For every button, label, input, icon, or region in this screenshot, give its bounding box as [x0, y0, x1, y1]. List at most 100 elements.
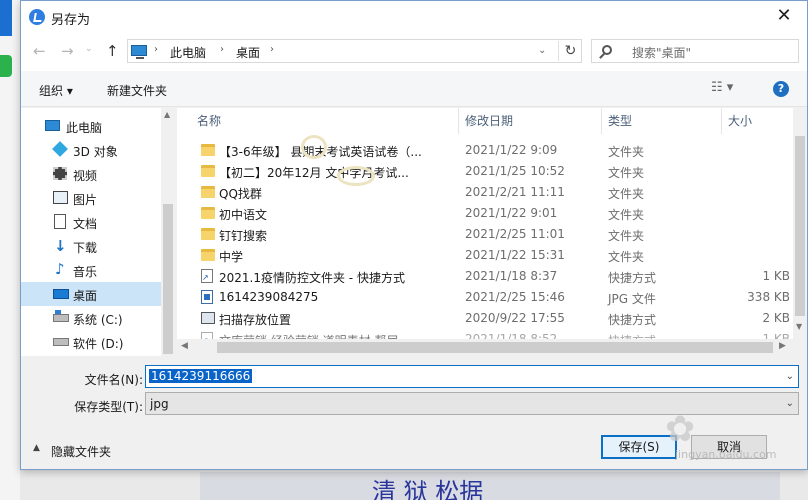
close-button[interactable]: ✕ [761, 1, 807, 33]
sidebar-item-drive-c[interactable]: 系统 (C:) [21, 306, 161, 330]
recent-locations-button[interactable]: ⌄ [85, 44, 93, 54]
filename-value[interactable]: 1614239116666 [149, 369, 253, 383]
app-logo-icon [29, 9, 45, 25]
chevron-up-icon: ▲ [33, 443, 40, 453]
sidebar-item-drive-d[interactable]: 软件 (D:) [21, 330, 161, 354]
filename-field[interactable]: 1614239116666 ⌄ [145, 365, 799, 388]
file-date: 2021/1/22 15:31 [465, 248, 565, 262]
file-type: JPG 文件 [608, 292, 656, 306]
file-list-horizontal-scrollbar[interactable]: ◀ ▶ [177, 339, 807, 356]
breadcrumb-separator[interactable]: › [154, 44, 158, 55]
search-input[interactable]: 搜索"桌面" [591, 39, 799, 63]
sidebar-item-3d-objects[interactable]: 3D 对象 [21, 138, 161, 162]
file-row[interactable]: QQ找群 2021/2/21 11:11 文件夹 [191, 182, 791, 203]
vertical-scrollbar-thumb[interactable] [795, 136, 805, 316]
sidebar-item-videos[interactable]: 视频 [21, 162, 161, 186]
sidebar-scrollbar-thumb[interactable] [163, 204, 173, 354]
file-row[interactable]: 【3-6年级】 县期末考试英语试卷（... 2021/1/22 9:09 文件夹 [191, 140, 791, 161]
forward-button[interactable]: → [61, 42, 74, 60]
redaction-mark [337, 166, 375, 186]
documents-icon [54, 214, 66, 229]
filename-label: 文件名(N): [84, 373, 143, 387]
sidebar-item-music[interactable]: ♪ 音乐 [21, 258, 161, 282]
file-date: 2021/1/22 9:09 [465, 143, 558, 157]
file-type: 文件夹 [608, 145, 645, 159]
breadcrumb-this-pc[interactable]: 此电脑 [170, 44, 206, 61]
file-row[interactable]: 初中语文 2021/1/22 9:01 文件夹 [191, 203, 791, 224]
sidebar-item-desktop[interactable]: 桌面 [21, 282, 161, 306]
file-type: 文件夹 [608, 208, 645, 222]
window-title: 另存为 [51, 13, 91, 28]
file-name: 扫描存放位置 [219, 313, 292, 327]
sidebar-scrollbar[interactable]: ▲ [161, 108, 175, 356]
address-bar[interactable]: › 此电脑 › 桌面 › ⌄ ↻ [127, 39, 582, 63]
back-button[interactable]: ← [33, 42, 46, 60]
file-date: 2021/1/25 10:52 [465, 164, 565, 178]
column-header-size[interactable]: 大小 [722, 108, 792, 134]
sidebar-item-this-pc[interactable]: 此电脑 [21, 114, 161, 138]
search-placeholder: 搜索"桌面" [632, 46, 692, 60]
chevron-down-icon[interactable]: ⌄ [786, 371, 794, 382]
scroll-down-arrow-icon[interactable]: ▼ [796, 322, 802, 331]
folder-icon [201, 165, 215, 177]
up-button[interactable]: ↑ [106, 42, 119, 60]
sidebar-item-label: 音乐 [73, 265, 98, 279]
file-name: 1614239084275 [219, 290, 319, 304]
sidebar-item-label: 此电脑 [66, 121, 103, 135]
folder-icon [201, 144, 215, 156]
breadcrumb-separator[interactable]: › [270, 44, 274, 55]
sidebar-item-label: 3D 对象 [73, 145, 118, 159]
navigation-bar: ← → ⌄ ↑ › 此电脑 › 桌面 › ⌄ ↻ 搜索"桌面" [21, 33, 807, 71]
refresh-button[interactable]: ↻ [558, 41, 582, 61]
file-row[interactable]: 中学 2021/1/22 15:31 文件夹 [191, 245, 791, 266]
help-button[interactable]: ? [773, 81, 789, 97]
file-list: ^ 名称 修改日期 类型 大小 【3-6年级】 县期末考试英语试卷（... 20… [177, 108, 807, 356]
hide-folders-label: 隐藏文件夹 [51, 445, 112, 459]
file-name: 【3-6年级】 县期末考试英语试卷（... [219, 145, 422, 159]
breadcrumb-desktop[interactable]: 桌面 [236, 44, 260, 61]
view-options-button[interactable]: ☷ ▾ [711, 80, 733, 95]
column-headers: ^ 名称 修改日期 类型 大小 [177, 108, 807, 134]
watermark-text: jingyan.baidu.com [675, 448, 777, 461]
search-icon [602, 45, 612, 55]
breadcrumb-separator[interactable]: › [220, 44, 224, 55]
file-size: 2 KB [762, 311, 790, 325]
scroll-up-arrow-icon[interactable]: ▲ [164, 110, 170, 119]
pictures-icon [53, 191, 68, 204]
column-header-name[interactable]: 名称 [191, 108, 459, 134]
sidebar-item-label: 桌面 [73, 289, 98, 303]
file-date: 2021/1/22 9:01 [465, 206, 558, 220]
file-name: 中学 [219, 250, 244, 264]
image-file-icon [201, 290, 213, 304]
sidebar-item-label: 系统 (C:) [73, 313, 123, 327]
organize-button[interactable]: 组织 ▾ [39, 82, 73, 99]
folder-icon [201, 207, 215, 219]
file-row[interactable]: 1614239084275 2021/2/25 15:46 JPG 文件 338… [191, 287, 791, 308]
file-date: 2021/2/25 11:01 [465, 227, 565, 241]
background-app-tab [0, 0, 12, 36]
title-bar: 另存为 ✕ [21, 1, 807, 33]
sidebar-item-downloads[interactable]: ↓ 下载 [21, 234, 161, 258]
horizontal-scrollbar-thumb[interactable] [217, 342, 773, 353]
file-row[interactable]: 扫描存放位置 2020/9/22 17:55 快捷方式 2 KB [191, 308, 791, 329]
sidebar-item-documents[interactable]: 文档 [21, 210, 161, 234]
file-name: 初中语文 [219, 208, 268, 222]
column-header-type[interactable]: 类型 [602, 108, 722, 134]
new-folder-button[interactable]: 新建文件夹 [107, 82, 167, 99]
scroll-right-arrow-icon[interactable]: ▶ [779, 341, 786, 351]
file-type: 快捷方式 [608, 313, 657, 327]
scroll-left-arrow-icon[interactable]: ◀ [181, 341, 188, 351]
file-row[interactable]: 2021.1疫情防控文件夹 - 快捷方式 2021/1/18 8:37 快捷方式… [191, 266, 791, 287]
computer-icon [45, 120, 60, 131]
navigation-pane: 此电脑 3D 对象 视频 图片 文档 ↓ 下载 ♪ 音乐 桌面 系统 (C:) … [21, 108, 175, 356]
file-row[interactable]: 【初二】20年12月 文中学月考试... 2021/1/25 10:52 文件夹 [191, 161, 791, 182]
address-dropdown-button[interactable]: ⌄ [538, 45, 546, 56]
file-row[interactable]: 钉钉搜索 2021/2/25 11:01 文件夹 [191, 224, 791, 245]
sidebar-item-pictures[interactable]: 图片 [21, 186, 161, 210]
background-app [0, 0, 20, 500]
file-list-vertical-scrollbar[interactable]: ▼ [793, 108, 807, 339]
file-date: 2021/2/25 15:46 [465, 290, 565, 304]
watermark-logo-icon: ✿ [665, 409, 696, 450]
column-header-date[interactable]: 修改日期 [459, 108, 602, 134]
drive-d-icon [53, 338, 69, 346]
